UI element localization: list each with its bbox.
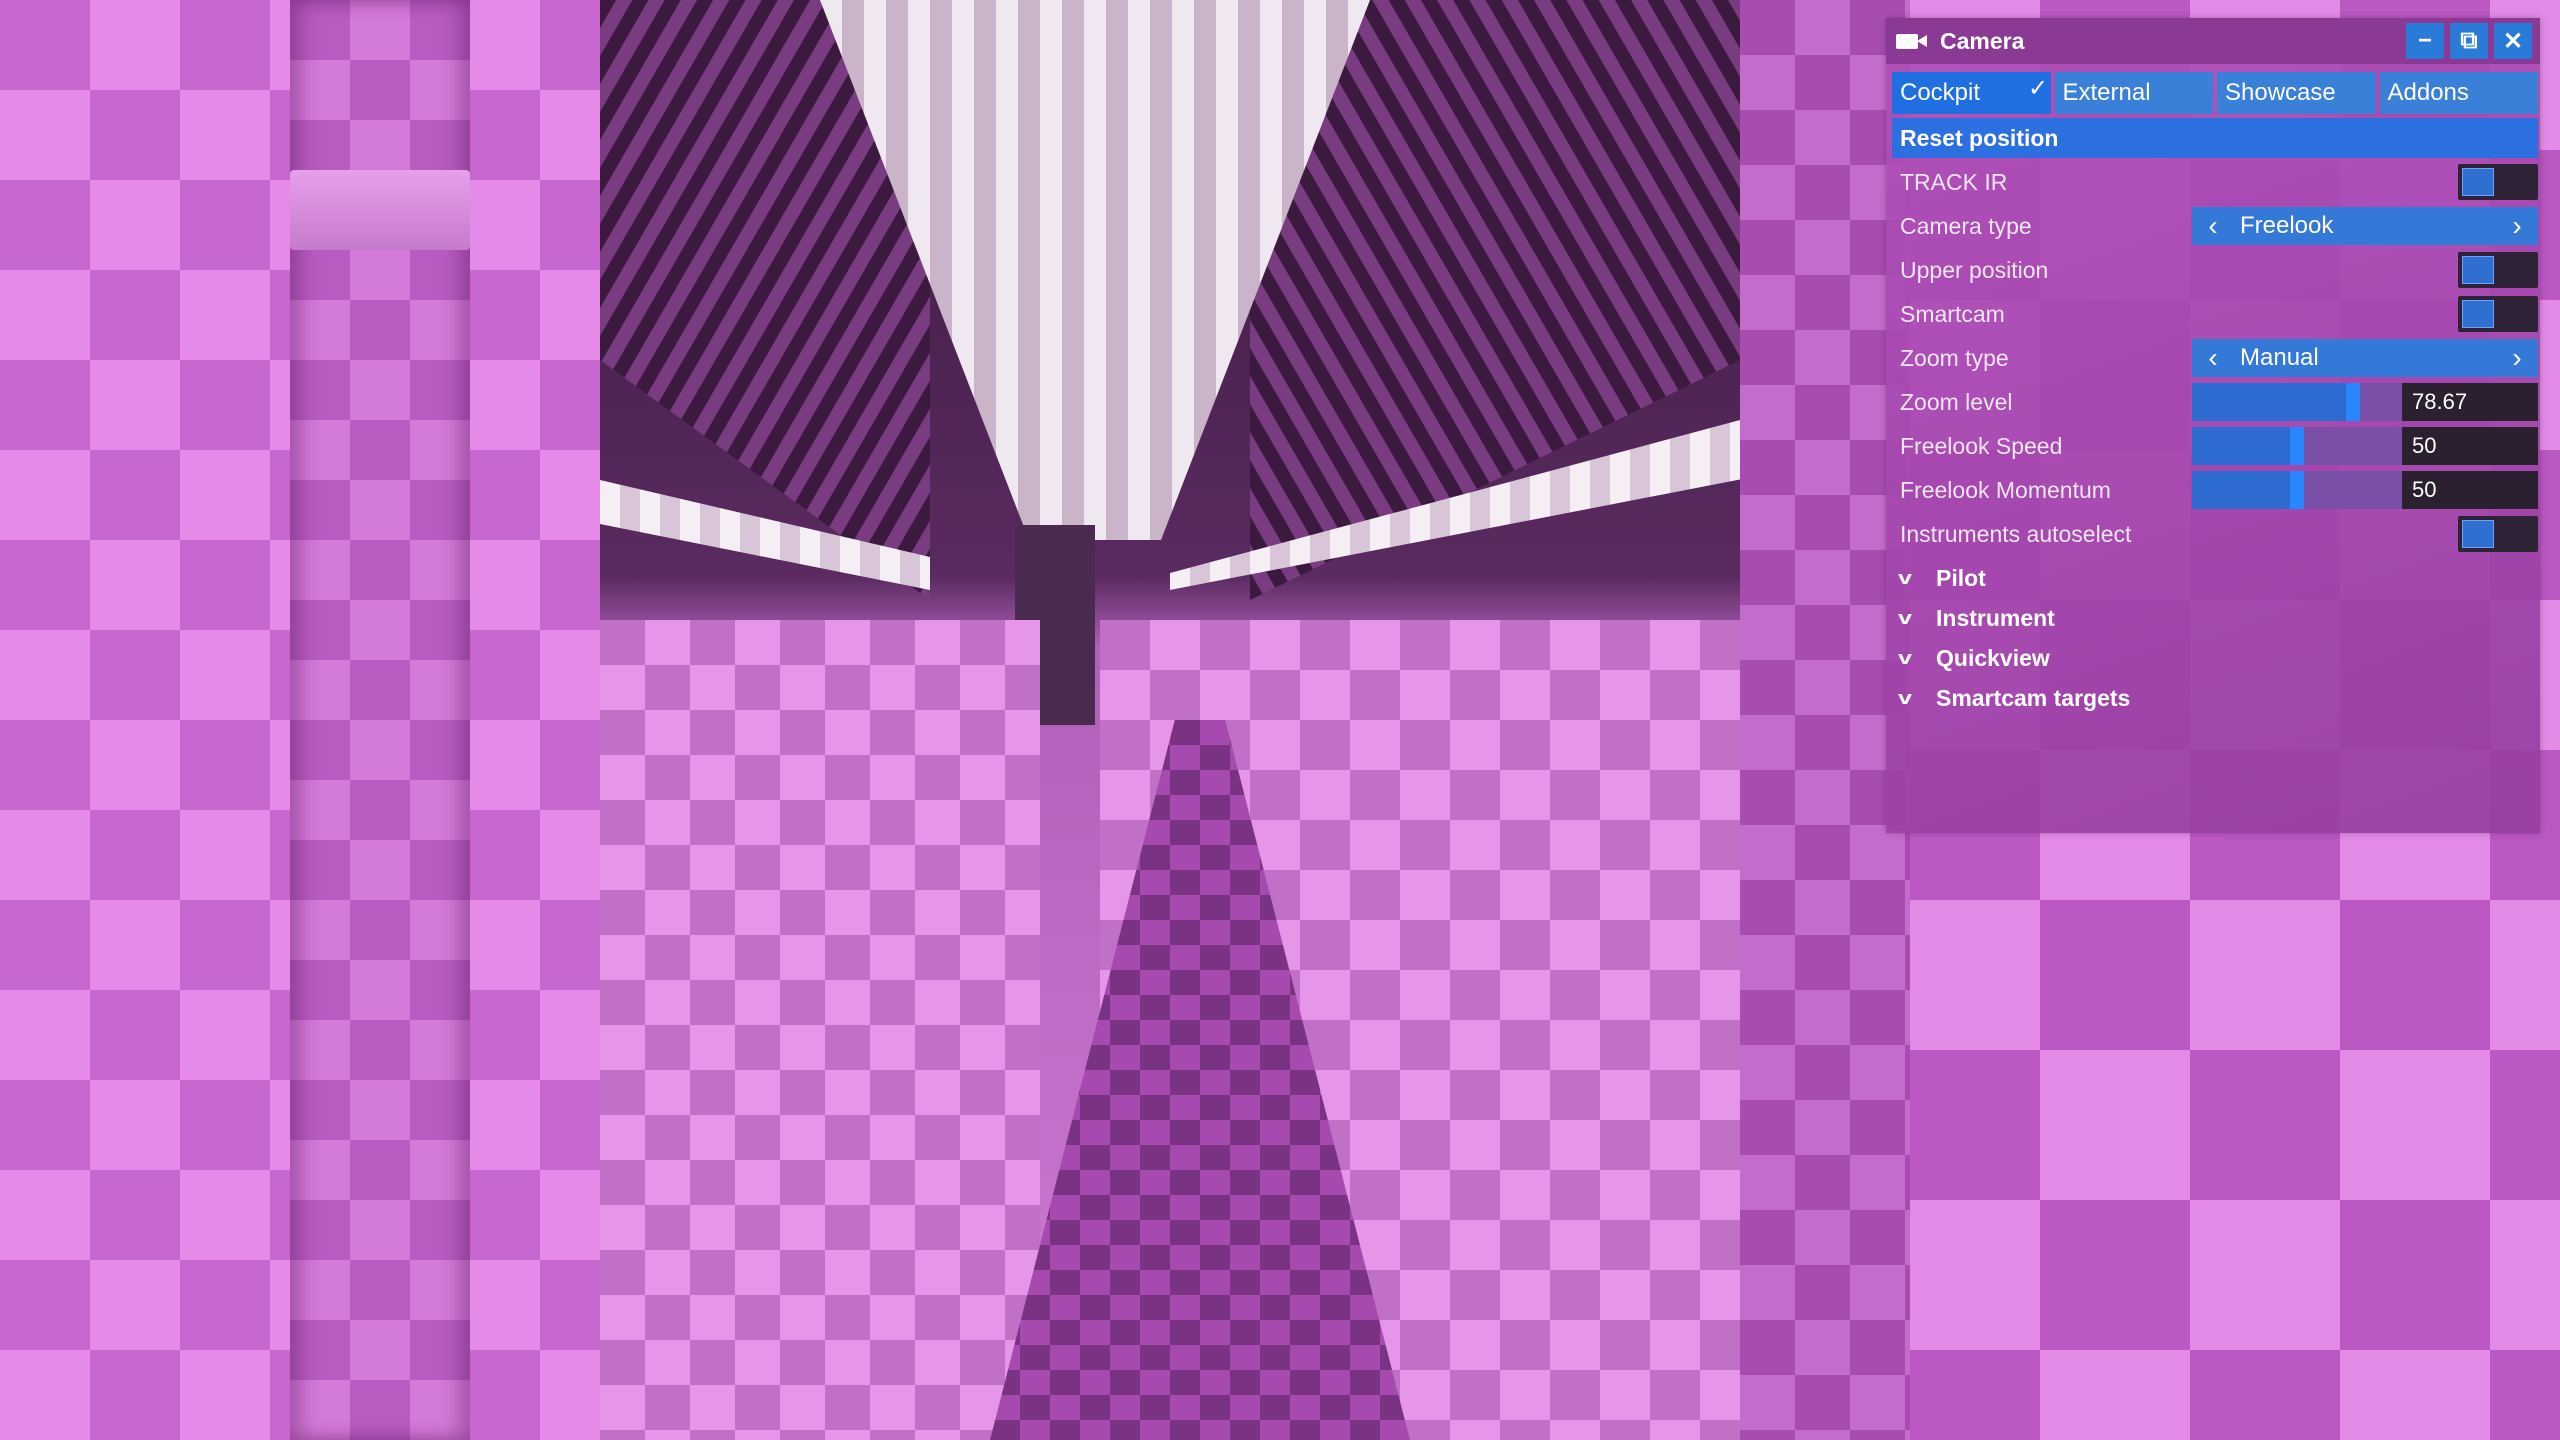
row-label: Freelook Momentum [1900,476,2111,503]
freelook-momentum-value[interactable]: 50 [2402,471,2538,509]
zoom-type-row: Zoom type ‹ Manual › [1892,336,2538,380]
chevron-down-icon: v [1898,607,1913,628]
slider-thumb[interactable] [2290,471,2304,509]
tab-label: Showcase [2225,79,2336,106]
reset-position-button[interactable]: Reset position [1892,118,2538,158]
section-pilot[interactable]: v Pilot [1892,556,2538,600]
camera-type-selector[interactable]: ‹ Freelook › [2192,207,2538,245]
chevron-left-icon[interactable]: ‹ [2202,210,2224,242]
panel-titlebar[interactable]: Camera − ⧉ ✕ [1886,18,2540,64]
chevron-down-icon: v [1898,647,1913,668]
tab-addons[interactable]: Addons [2379,72,2538,114]
upper-position-toggle[interactable] [2458,252,2538,288]
row-label: Zoom level [1900,388,2013,415]
instruments-autoselect-toggle[interactable] [2458,516,2538,552]
freelook-speed-row: Freelook Speed 50 [1892,424,2538,468]
seats-left [600,620,1040,1440]
tab-label: Addons [2387,79,2469,106]
right-wall-edge [1740,0,1910,1440]
zoom-type-selector[interactable]: ‹ Manual › [2192,339,2538,377]
tab-cockpit[interactable]: Cockpit ✓ [1892,72,2051,114]
section-instrument[interactable]: v Instrument [1892,596,2538,640]
chevron-right-icon[interactable]: › [2506,210,2528,242]
section-label: Instrument [1936,604,2055,631]
freelook-momentum-slider[interactable] [2192,471,2402,509]
row-label: Upper position [1900,256,2049,283]
tab-label: Cockpit [1900,79,1981,106]
row-label: Camera type [1900,212,2032,239]
freelook-speed-value[interactable]: 50 [2402,427,2538,465]
close-button[interactable]: ✕ [2494,23,2532,59]
camera-icon [1896,31,1928,51]
chevron-right-icon[interactable]: › [2506,342,2528,374]
zoom-level-row: Zoom level 78.67 [1892,380,2538,424]
slider-thumb[interactable] [2346,383,2360,421]
section-smartcam-targets[interactable]: v Smartcam targets [1892,676,2538,720]
section-quickview[interactable]: v Quickview [1892,636,2538,680]
row-label: Freelook Speed [1900,432,2063,459]
slider-fill [2192,427,2290,465]
popout-button[interactable]: ⧉ [2450,23,2488,59]
section-label: Pilot [1936,564,1986,591]
chevron-down-icon: v [1898,567,1913,588]
panel-title: Camera [1940,27,2025,54]
minimize-button[interactable]: − [2406,23,2444,59]
section-label: Quickview [1936,644,2050,671]
zoom-level-slider[interactable] [2192,383,2402,421]
section-label: Smartcam targets [1936,684,2131,711]
row-label: Zoom type [1900,344,2009,371]
tab-showcase[interactable]: Showcase [2217,72,2376,114]
chevron-down-icon: v [1898,687,1913,708]
chevron-left-icon[interactable]: ‹ [2202,342,2224,374]
zoom-level-value[interactable]: 78.67 [2402,383,2538,421]
freelook-momentum-row: Freelook Momentum 50 [1892,468,2538,512]
track-ir-toggle[interactable] [2458,164,2538,200]
camera-panel: Camera − ⧉ ✕ Cockpit ✓ External Showcase… [1886,18,2540,833]
slider-fill [2192,383,2346,421]
track-ir-row: TRACK IR [1892,160,2538,204]
smartcam-row: Smartcam [1892,292,2538,336]
door-pillar-band [290,170,470,250]
row-label: Smartcam [1900,300,2005,327]
slider-fill [2192,471,2290,509]
camera-tabs: Cockpit ✓ External Showcase Addons [1892,72,2538,114]
instruments-autoselect-row: Instruments autoselect [1892,512,2538,556]
tab-external[interactable]: External [2054,72,2213,114]
row-label: TRACK IR [1900,168,2008,195]
freelook-speed-slider[interactable] [2192,427,2402,465]
tab-label: External [2062,79,2151,106]
row-label: Instruments autoselect [1900,520,2132,547]
checkmark-icon: ✓ [2028,75,2049,102]
camera-type-row: Camera type ‹ Freelook › [1892,204,2538,248]
slider-thumb[interactable] [2290,427,2304,465]
selector-value: Manual [2240,344,2319,371]
upper-position-row: Upper position [1892,248,2538,292]
smartcam-toggle[interactable] [2458,296,2538,332]
selector-value: Freelook [2240,212,2334,239]
